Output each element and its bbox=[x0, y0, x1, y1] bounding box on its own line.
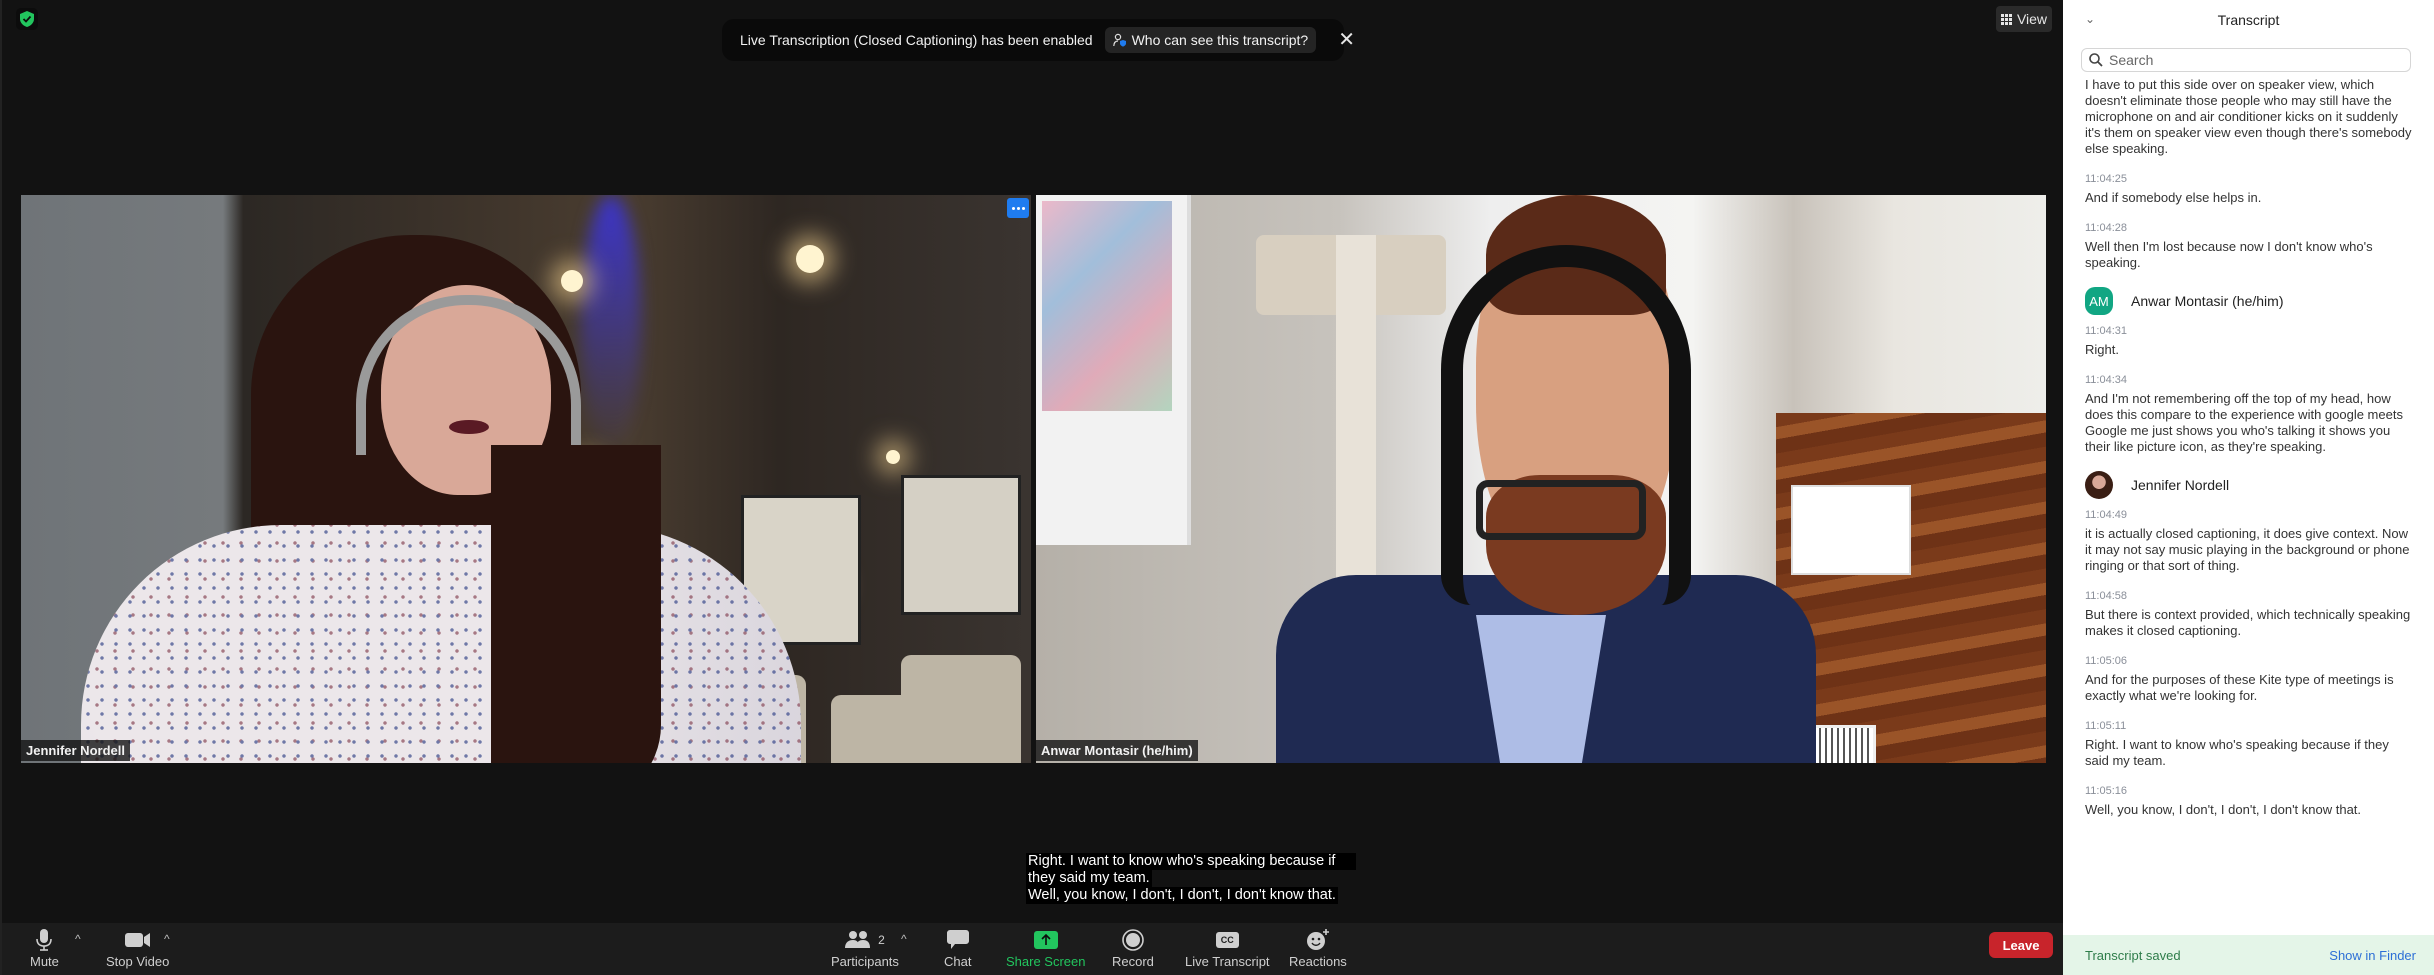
entry-timestamp: 11:04:25 bbox=[2085, 173, 2128, 185]
closed-caption-icon: CC bbox=[1215, 928, 1239, 952]
mute-button[interactable]: Mute bbox=[30, 928, 59, 969]
entry-timestamp: 11:05:06 bbox=[2085, 655, 2128, 667]
speaker-header-jennifer: Jennifer Nordell bbox=[2085, 471, 2415, 499]
entry-text: Right. bbox=[2085, 342, 2119, 357]
who-can-see-label: Who can see this transcript? bbox=[1131, 32, 1309, 48]
participants-options-caret-icon[interactable]: ^ bbox=[901, 932, 907, 946]
entry-timestamp: 11:04:58 bbox=[2085, 590, 2128, 602]
entry-text: And if somebody else helps in. bbox=[2085, 190, 2262, 205]
entry-timestamp: 11:05:16 bbox=[2085, 785, 2128, 797]
entry-timestamp: 11:04:31 bbox=[2085, 325, 2128, 337]
notification-message: Live Transcription (Closed Captioning) h… bbox=[740, 32, 1093, 48]
search-icon bbox=[2089, 53, 2103, 67]
zoom-meeting-window: Live Transcription (Closed Captioning) h… bbox=[0, 0, 2434, 975]
share-screen-button[interactable]: Share Screen bbox=[1006, 928, 1086, 969]
transcript-title: Transcript bbox=[2217, 12, 2280, 28]
live-transcript-button[interactable]: CC Live Transcript bbox=[1185, 928, 1270, 969]
leave-meeting-button[interactable]: Leave bbox=[1989, 932, 2053, 958]
chat-bubble-icon bbox=[946, 928, 969, 952]
search-input[interactable] bbox=[2109, 52, 2399, 68]
transcript-saved-status: Transcript saved bbox=[2085, 947, 2181, 963]
video-tile-anwar-montasir[interactable]: Anwar Montasir (he/him) bbox=[1036, 195, 2046, 763]
caption-line: Well, you know, I don't, I don't, I don'… bbox=[1026, 887, 1338, 904]
caption-line: they said my team. bbox=[1026, 870, 1152, 887]
chat-button[interactable]: Chat bbox=[944, 928, 971, 969]
entry-text: Well, you know, I don't, I don't, I don'… bbox=[2085, 802, 2362, 817]
mute-label: Mute bbox=[30, 954, 59, 969]
video-camera-icon bbox=[124, 928, 151, 952]
participant-video-feed bbox=[1036, 195, 2046, 763]
entry-timestamp: 11:04:34 bbox=[2085, 374, 2128, 386]
entry-text: Right. I want to know who's speaking bec… bbox=[2085, 737, 2389, 768]
share-screen-label: Share Screen bbox=[1006, 954, 1086, 969]
participant-name-tag: Jennifer Nordell bbox=[21, 740, 130, 761]
participant-video-feed bbox=[21, 195, 1031, 763]
video-options-caret-icon[interactable]: ^ bbox=[164, 932, 170, 946]
view-label: View bbox=[2016, 11, 2048, 27]
stop-video-label: Stop Video bbox=[106, 954, 170, 969]
participants-icon: 2 bbox=[845, 928, 885, 952]
transcript-header: ⌄ Transcript bbox=[2063, 0, 2434, 40]
video-tile-jennifer-nordell[interactable]: Jennifer Nordell bbox=[21, 195, 1031, 763]
reaction-smiley-icon bbox=[1306, 928, 1330, 952]
meeting-stage: Live Transcription (Closed Captioning) h… bbox=[0, 0, 2065, 975]
reactions-label: Reactions bbox=[1289, 954, 1347, 969]
meeting-toolbar: Mute ^ Stop Video ^ 2 Participants ^ Cha… bbox=[2, 923, 2065, 975]
caption-line: Right. I want to know who's speaking bec… bbox=[1026, 853, 1356, 870]
entry-timestamp: 11:05:11 bbox=[2085, 720, 2127, 732]
live-transcript-label: Live Transcript bbox=[1185, 954, 1270, 969]
reactions-button[interactable]: Reactions bbox=[1289, 928, 1347, 969]
entry-text: it is actually closed captioning, it doe… bbox=[2085, 526, 2410, 573]
who-can-see-transcript-button[interactable]: Who can see this transcript? bbox=[1104, 27, 1317, 53]
security-shield-icon[interactable] bbox=[16, 8, 38, 30]
record-label: Record bbox=[1112, 954, 1154, 969]
participants-button[interactable]: 2 Participants bbox=[831, 928, 899, 969]
transcript-panel: ⌄ Transcript 11:04:11 I have to put this… bbox=[2063, 0, 2434, 975]
grid-view-icon bbox=[2000, 13, 2012, 25]
chat-label: Chat bbox=[944, 954, 972, 969]
share-screen-icon bbox=[1033, 928, 1058, 952]
speaker-name: Anwar Montasir (he/him) bbox=[2131, 293, 2284, 309]
participants-count: 2 bbox=[878, 933, 885, 947]
show-in-finder-link[interactable]: Show in Finder bbox=[2329, 948, 2416, 963]
participant-name-tag: Anwar Montasir (he/him) bbox=[1036, 740, 1198, 761]
person-shield-icon bbox=[1112, 33, 1126, 47]
record-button[interactable]: Record bbox=[1112, 928, 1154, 969]
entry-text: And I'm not remembering off the top of m… bbox=[2085, 391, 2403, 454]
entry-timestamp: 11:04:49 bbox=[2085, 509, 2128, 521]
audio-options-caret-icon[interactable]: ^ bbox=[75, 932, 81, 946]
transcript-saved-bar: Transcript saved Show in Finder bbox=[2063, 935, 2434, 975]
entry-text: I have to put this side over on speaker … bbox=[2085, 77, 2412, 156]
transcript-entries[interactable]: 11:04:11 I have to put this side over on… bbox=[2085, 70, 2415, 910]
avatar bbox=[2085, 471, 2113, 499]
entry-timestamp: 11:04:28 bbox=[2085, 222, 2128, 234]
live-captions: Right. I want to know who's speaking bec… bbox=[1026, 853, 1356, 904]
close-notification-icon[interactable]: ✕ bbox=[1338, 30, 1355, 50]
record-icon bbox=[1122, 928, 1144, 952]
avatar: AM bbox=[2085, 287, 2113, 315]
speaker-header-anwar: AM Anwar Montasir (he/him) bbox=[2085, 287, 2415, 315]
entry-timestamp: 11:04:11 bbox=[2085, 70, 2415, 72]
transcription-notification: Live Transcription (Closed Captioning) h… bbox=[722, 19, 1355, 61]
view-button[interactable]: View bbox=[1996, 6, 2052, 32]
speaker-name: Jennifer Nordell bbox=[2131, 477, 2230, 493]
microphone-icon bbox=[36, 928, 53, 952]
entry-text: But there is context provided, which tec… bbox=[2085, 607, 2411, 638]
transcript-search-field[interactable] bbox=[2081, 48, 2411, 72]
stop-video-button[interactable]: Stop Video bbox=[106, 928, 169, 969]
entry-text: And for the purposes of these Kite type … bbox=[2085, 672, 2394, 703]
video-more-options-button[interactable] bbox=[1007, 198, 1029, 218]
entry-text: Well then I'm lost because now I don't k… bbox=[2085, 239, 2373, 270]
participants-label: Participants bbox=[831, 954, 899, 969]
